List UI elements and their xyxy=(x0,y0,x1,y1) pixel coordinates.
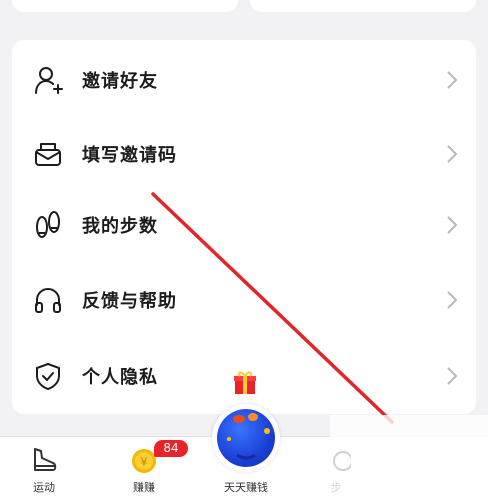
globe-orb-icon xyxy=(217,409,275,467)
menu-item-label: 填写邀请码 xyxy=(82,144,177,166)
chevron-right-icon xyxy=(447,290,458,309)
tab-label: 赚赚 xyxy=(133,481,155,494)
top-card-left xyxy=(12,0,238,12)
menu-item-enter-invite-code[interactable]: 填写邀请码 xyxy=(12,116,476,191)
gift-box-icon xyxy=(234,371,256,394)
svg-text:¥: ¥ xyxy=(140,455,148,469)
top-card-right xyxy=(250,0,476,12)
footprints-icon xyxy=(32,209,64,241)
chevron-right-icon xyxy=(447,366,458,385)
chevron-right-icon xyxy=(447,70,458,89)
tab-sport[interactable]: 运动 xyxy=(14,437,74,499)
menu-item-feedback-help[interactable]: 反馈与帮助 xyxy=(12,262,476,337)
add-user-icon xyxy=(32,64,64,96)
sneaker-icon xyxy=(34,448,57,471)
shield-check-icon xyxy=(32,360,64,392)
chevron-right-icon xyxy=(447,215,458,234)
watermark-overlay xyxy=(330,415,488,498)
menu-item-label: 我的步数 xyxy=(82,215,158,237)
tab-label: 运动 xyxy=(33,481,55,494)
daily-earn-orb-button[interactable] xyxy=(212,404,280,472)
tab-label: 天天赚钱 xyxy=(224,481,268,494)
chevron-right-icon xyxy=(447,144,458,163)
menu-item-invite-friends[interactable]: 邀请好友 xyxy=(12,42,476,117)
headset-icon xyxy=(32,284,64,316)
earn-badge: 84 xyxy=(154,440,188,457)
menu-item-label: 个人隐私 xyxy=(82,366,158,388)
envelope-icon xyxy=(32,138,64,170)
menu-item-label: 反馈与帮助 xyxy=(82,290,177,312)
menu-item-my-steps[interactable]: 我的步数 xyxy=(12,187,476,262)
menu-card: 邀请好友 填写邀请码 我的步数 反馈与帮助 个人隐私 xyxy=(12,40,476,414)
menu-item-label: 邀请好友 xyxy=(82,70,158,92)
